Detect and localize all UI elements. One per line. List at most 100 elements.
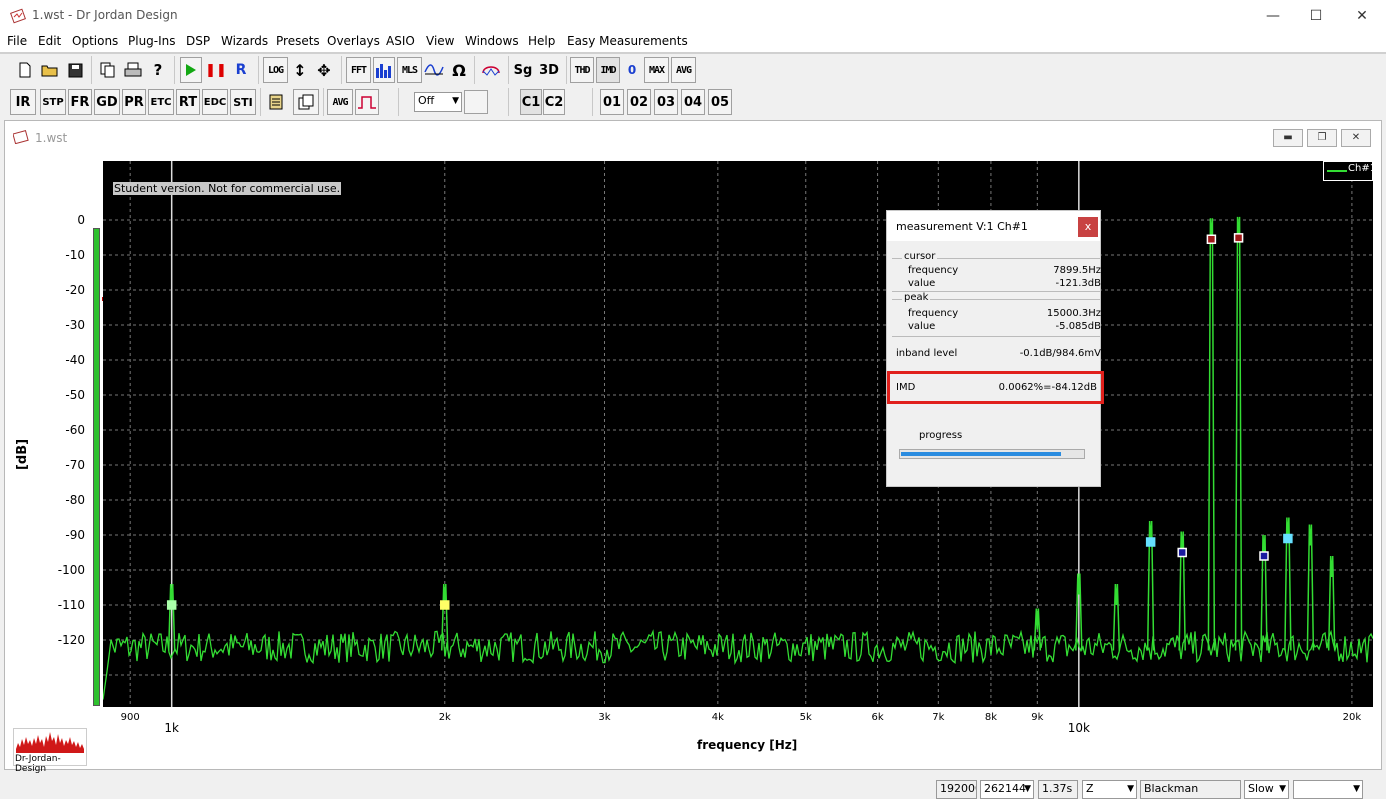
menu-presets[interactable]: Presets: [276, 34, 320, 48]
record-r-button[interactable]: R: [230, 57, 252, 83]
thd-button[interactable]: THD: [570, 57, 594, 83]
channel-c2-button[interactable]: C2: [543, 89, 565, 115]
memory-01-button[interactable]: 01: [600, 89, 624, 115]
rt-button[interactable]: RT: [176, 89, 200, 115]
stp-button[interactable]: STP: [40, 89, 66, 115]
copy-window-icon[interactable]: [293, 89, 319, 115]
spectrum-bars-icon[interactable]: [373, 57, 395, 83]
peak-frequency-value: 15000.3Hz: [1046, 308, 1101, 319]
imd-button[interactable]: IMD: [596, 57, 620, 83]
doc-restore-button[interactable]: ❐: [1307, 129, 1337, 147]
max-button[interactable]: MAX: [644, 57, 669, 83]
gd-button[interactable]: GD: [94, 89, 120, 115]
menu-plugins[interactable]: Plug-Ins: [128, 34, 176, 48]
menu-wizards[interactable]: Wizards: [221, 34, 268, 48]
avg-button[interactable]: AVG: [671, 57, 696, 83]
harmonic-marker[interactable]: [166, 600, 177, 610]
x-tick-label: 4k: [711, 712, 724, 723]
cursor-value-row: value -121.3dB: [908, 278, 1101, 289]
cursor-frequency-value: 7899.5Hz: [1053, 265, 1101, 276]
menu-windows[interactable]: Windows: [465, 34, 519, 48]
x-tick-label: 5k: [799, 712, 812, 723]
zero-button[interactable]: 0: [622, 57, 642, 83]
edc-button[interactable]: EDC: [202, 89, 228, 115]
sample-rate-field: 192000: [936, 780, 977, 799]
speed-select[interactable]: Slow ▼: [1244, 780, 1289, 799]
vertical-arrows-icon[interactable]: ↕: [290, 57, 310, 83]
sg-button[interactable]: Sg: [512, 57, 534, 83]
sti-button[interactable]: STI: [230, 89, 256, 115]
toolbar-main: ? ❚❚ R LOG ↕ ✥ FFT MLS Ω Sg 3D THD IMD 0…: [0, 54, 1386, 86]
menu-help[interactable]: Help: [528, 34, 555, 48]
smoothing-select[interactable]: Off ▼: [414, 92, 462, 112]
spectrum-plot[interactable]: Student version. Not for commercial use.…: [102, 161, 1376, 707]
headphone-icon[interactable]: [479, 57, 503, 83]
log-button[interactable]: LOG: [263, 57, 288, 83]
3d-button[interactable]: 3D: [537, 57, 561, 83]
pause-icon[interactable]: ❚❚: [205, 57, 227, 83]
y-tick-label: -110: [57, 598, 85, 612]
waveform-icon[interactable]: [423, 57, 445, 83]
chevron-down-icon: ▼: [1279, 784, 1286, 794]
dialog-close-button[interactable]: x: [1078, 217, 1098, 237]
progress-fill: [901, 452, 1061, 456]
chevron-down-icon: ▼: [1353, 784, 1360, 794]
avg2-button[interactable]: AVG: [327, 89, 353, 115]
logo-graphic: [16, 732, 84, 753]
fft-size-select[interactable]: 262144 ▼: [980, 780, 1034, 799]
peak-frequency-label: frequency: [908, 308, 959, 319]
fr-button[interactable]: FR: [68, 89, 92, 115]
spectrum-peak: [1112, 583, 1121, 651]
z-select[interactable]: Z ▼: [1082, 780, 1137, 799]
extra-select[interactable]: ▼: [1293, 780, 1363, 799]
close-button[interactable]: ✕: [1339, 0, 1385, 32]
doc-minimize-button[interactable]: ▬: [1273, 129, 1303, 147]
mls-button[interactable]: MLS: [397, 57, 422, 83]
harmonic-marker[interactable]: [440, 600, 450, 610]
menu-options[interactable]: Options: [72, 34, 118, 48]
menu-dsp[interactable]: DSP: [186, 34, 210, 48]
document-stack-icon[interactable]: [264, 89, 288, 115]
ir-button[interactable]: IR: [10, 89, 36, 115]
pr-button[interactable]: PR: [122, 89, 146, 115]
graph-area: [dB] 0 -10 -20 -30 -40 -50 -60 -70 -80 -90 -100 -11…: [13, 153, 1376, 774]
memory-02-button[interactable]: 02: [627, 89, 651, 115]
harmonic-marker[interactable]: [1177, 547, 1187, 558]
maximize-button[interactable]: ☐: [1293, 0, 1339, 32]
menu-asio[interactable]: ASIO: [386, 34, 415, 48]
menu-view[interactable]: View: [426, 34, 454, 48]
harmonic-marker[interactable]: [1233, 233, 1244, 243]
pulse-icon[interactable]: [355, 89, 379, 115]
ohm-icon[interactable]: Ω: [448, 57, 470, 83]
menu-file[interactable]: File: [7, 34, 27, 48]
harmonic-marker[interactable]: [1259, 551, 1269, 561]
channel-c1-button[interactable]: C1: [520, 89, 542, 115]
harmonic-marker[interactable]: [1283, 533, 1293, 544]
etc-button[interactable]: ETC: [148, 89, 174, 115]
y-tick-label: -60: [65, 423, 85, 437]
menu-overlays[interactable]: Overlays: [327, 34, 380, 48]
new-file-icon[interactable]: [14, 57, 36, 83]
memory-03-button[interactable]: 03: [654, 89, 678, 115]
menu-edit[interactable]: Edit: [38, 34, 61, 48]
level-meter: [93, 228, 100, 706]
save-icon[interactable]: [64, 57, 86, 83]
menu-easy-measurements[interactable]: Easy Measurements: [567, 34, 688, 48]
memory-05-button[interactable]: 05: [708, 89, 732, 115]
copy-icon[interactable]: [97, 57, 119, 83]
fft-button[interactable]: FFT: [346, 57, 371, 83]
window-function-field: Blackman: [1140, 780, 1241, 799]
play-icon[interactable]: [180, 57, 202, 83]
doc-close-button[interactable]: ✕: [1341, 129, 1371, 147]
chevron-down-icon: ▼: [452, 96, 459, 106]
blank-button[interactable]: [464, 90, 488, 114]
document-icon: [13, 130, 29, 144]
harmonic-marker[interactable]: [1206, 234, 1217, 244]
help-icon[interactable]: ?: [147, 57, 169, 83]
move-arrows-icon[interactable]: ✥: [313, 57, 335, 83]
harmonic-marker[interactable]: [1145, 537, 1156, 547]
print-icon[interactable]: [122, 57, 144, 83]
memory-04-button[interactable]: 04: [681, 89, 705, 115]
open-folder-icon[interactable]: [39, 57, 61, 83]
minimize-button[interactable]: —: [1250, 0, 1296, 32]
